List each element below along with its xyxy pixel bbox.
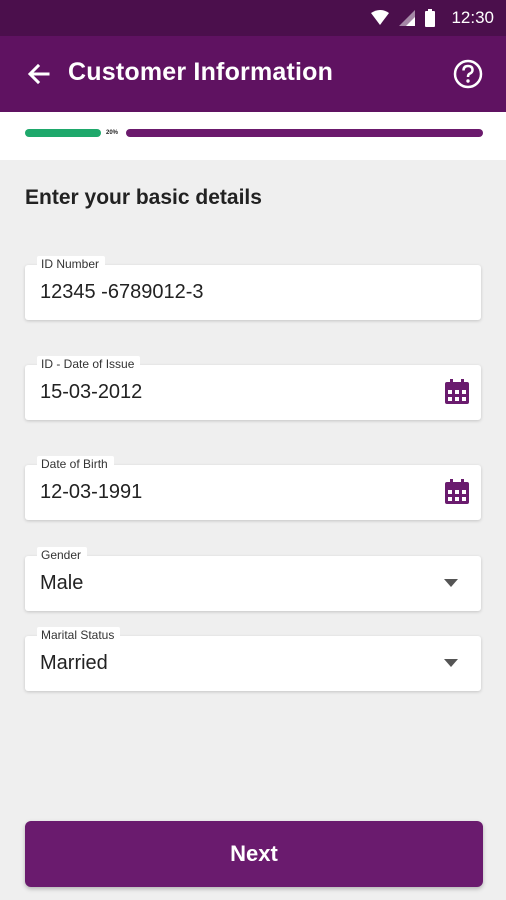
progress-completed-bar (25, 129, 101, 137)
next-button[interactable]: Next (25, 821, 483, 887)
progress-percent-label: 20% (106, 130, 119, 136)
field-label: Date of Birth (37, 456, 114, 472)
marital-status-select[interactable]: Marital Status Married (25, 627, 481, 691)
calendar-icon[interactable] (443, 378, 471, 406)
calendar-icon[interactable] (443, 478, 471, 506)
field-value: Married (40, 652, 108, 674)
id-date-of-issue-field[interactable]: ID - Date of Issue 15-03-2012 (25, 356, 481, 420)
arrow-left-icon (27, 63, 50, 85)
dropdown-arrow-icon[interactable] (443, 658, 459, 668)
help-button[interactable] (452, 58, 484, 90)
signal-icon (399, 10, 416, 26)
app-bar: Customer Information (0, 36, 506, 112)
status-icons: 12:30 (371, 8, 494, 28)
date-of-birth-field[interactable]: Date of Birth 12-03-1991 (25, 456, 481, 520)
field-label: ID Number (37, 256, 106, 272)
progress-section: 20% (0, 112, 506, 160)
progress-remaining-bar (126, 129, 483, 137)
battery-icon (425, 9, 436, 27)
dropdown-arrow-icon[interactable] (443, 578, 459, 588)
wifi-icon (371, 10, 390, 25)
status-time: 12:30 (451, 8, 494, 27)
help-icon (453, 59, 483, 89)
field-label: ID - Date of Issue (37, 356, 141, 372)
back-button[interactable] (24, 58, 56, 90)
field-value[interactable]: 12345 -6789012-3 (40, 281, 203, 304)
id-number-field[interactable]: ID Number 12345 -6789012-3 (25, 256, 481, 320)
section-title: Enter your basic details (25, 186, 262, 209)
page-title: Customer Information (68, 58, 334, 86)
field-value: Male (40, 572, 84, 594)
field-label: Marital Status (37, 627, 121, 643)
field-value[interactable]: 12-03-1991 (40, 481, 142, 504)
gender-select[interactable]: Gender Male (25, 547, 481, 611)
field-label: Gender (37, 547, 88, 563)
status-bar: 12:30 (0, 0, 506, 36)
field-value[interactable]: 15-03-2012 (40, 381, 142, 404)
